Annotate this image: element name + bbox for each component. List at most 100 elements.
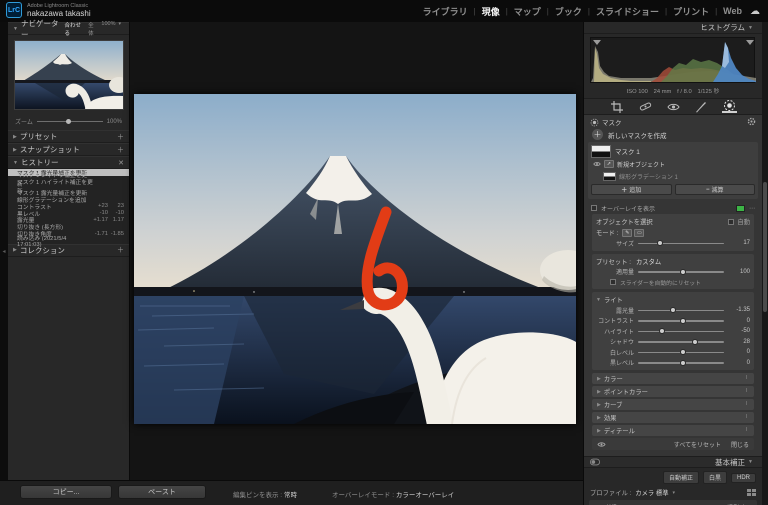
module-develop[interactable]: 現像 <box>480 5 502 18</box>
collapse-triangle-icon[interactable]: ▶ <box>13 134 17 140</box>
shadows-slider[interactable] <box>638 341 724 343</box>
light-section-header[interactable]: ▼ ライト <box>596 294 750 305</box>
color-section-header[interactable]: ▶カラー⏽ <box>592 373 754 384</box>
overlay-color-swatch[interactable] <box>736 205 745 212</box>
main-photo[interactable] <box>134 94 576 424</box>
section-switch-icon[interactable]: ⏽ <box>744 388 749 395</box>
navigator-header[interactable]: ▼ ナビゲーター 合わせる 全体 100% ▾ <box>8 22 129 35</box>
bw-button[interactable]: 白黒 <box>703 471 727 484</box>
navigator-preview[interactable] <box>14 40 124 110</box>
masking-tool-icon[interactable] <box>722 101 737 113</box>
point-color-section-header[interactable]: ▶ポイントカラー⏽ <box>592 386 754 397</box>
module-map[interactable]: マップ <box>512 5 543 18</box>
show-overlay-checkbox[interactable] <box>591 205 597 211</box>
copy-button[interactable]: コピー... <box>20 485 112 499</box>
mask-close-button[interactable]: 閉じる <box>731 440 749 449</box>
basic-panel-header[interactable]: 基本補正 ▼ <box>584 456 762 468</box>
profile-dropdown-icon[interactable]: ▾ <box>673 490 676 496</box>
effects-section-header[interactable]: ▶効果⏽ <box>592 412 754 423</box>
section-switch-icon[interactable]: ⏽ <box>744 414 749 421</box>
mask-component-gradient[interactable]: 線形グラデーション 1 <box>591 170 755 182</box>
histogram-header[interactable]: ヒストグラム ▼ <box>584 22 762 34</box>
collapse-triangle-icon[interactable]: ▼ <box>13 160 18 166</box>
zoom-fill-option[interactable]: 全体 <box>88 21 98 37</box>
preset-label: プリセット : <box>596 257 631 266</box>
hdr-button[interactable]: HDR <box>731 473 756 483</box>
healing-tool-icon[interactable] <box>638 101 653 113</box>
eye-icon[interactable] <box>593 160 601 168</box>
module-book[interactable]: ブック <box>553 5 584 18</box>
collapse-triangle-icon[interactable]: ▼ <box>748 25 753 31</box>
auto-reset-checkbox[interactable] <box>610 279 616 285</box>
module-library[interactable]: ライブラリ <box>421 5 470 18</box>
detail-section-header[interactable]: ▶ディテール⏽ <box>592 425 754 436</box>
whites-slider[interactable] <box>638 352 724 354</box>
curve-section-header[interactable]: ▶カーブ⏽ <box>592 399 754 410</box>
overlay-mode-value[interactable]: カラーオーバーレイ <box>396 492 454 499</box>
history-item[interactable]: 読み込み (2021/5/4 17:01:03) <box>8 237 129 244</box>
module-slideshow[interactable]: スライドショー <box>594 5 661 18</box>
tool-strip <box>584 98 762 115</box>
preset-value[interactable]: カスタム <box>636 257 661 266</box>
add-snapshot-icon[interactable]: ＋ <box>117 145 124 155</box>
collapse-triangle-icon[interactable]: ▼ <box>596 297 601 303</box>
mask-footer: すべてをリセット 閉じる <box>592 438 754 450</box>
collapse-triangle-icon[interactable]: ▶ <box>13 147 17 153</box>
paste-button[interactable]: ペースト <box>118 485 206 499</box>
show-edit-pins-control[interactable]: 編集ピンを表示 : 常時 <box>233 489 297 499</box>
histogram[interactable] <box>590 37 755 83</box>
auto-label: 自動 <box>737 217 750 226</box>
overlay-mode-control[interactable]: オーバーレイモード : カラーオーバーレイ <box>332 489 454 499</box>
separator: | <box>506 7 508 16</box>
brush-tool-icon[interactable] <box>694 101 709 113</box>
rectangle-mode-icon[interactable]: ▭ <box>634 229 644 237</box>
section-switch-icon[interactable]: ⏽ <box>744 427 749 434</box>
profile-value[interactable]: カメラ 標準 <box>635 488 668 497</box>
contrast-slider[interactable] <box>638 320 724 322</box>
collapse-triangle-icon[interactable]: ▼ <box>13 26 18 32</box>
collapse-triangle-icon[interactable]: ▶ <box>13 247 17 253</box>
eye-icon[interactable] <box>597 441 606 448</box>
basic-panel-title: 基本補正 <box>715 457 745 468</box>
module-web[interactable]: Web <box>721 6 744 16</box>
panel-switch-icon[interactable] <box>590 458 600 466</box>
module-print[interactable]: プリント <box>671 5 711 18</box>
auto-checkbox[interactable] <box>728 219 734 225</box>
brush-mode-icon[interactable]: ✎ <box>622 229 632 237</box>
zoom-level-option[interactable]: 100% <box>101 21 115 37</box>
highlights-slider[interactable] <box>638 331 724 333</box>
exposure-slider[interactable] <box>638 310 724 312</box>
lightroom-logo-icon: LrC <box>6 2 22 18</box>
mask-subtract-button[interactable]: −減算 <box>675 184 756 195</box>
section-switch-icon[interactable]: ⏽ <box>744 375 749 382</box>
mask-add-button[interactable]: ＋追加 <box>591 184 672 195</box>
gear-icon[interactable] <box>747 117 756 128</box>
mask1-card[interactable]: マスク 1 ➚ 新規オブジェクト 線形グラデーション 1 ＋追加 −減算 <box>588 142 758 199</box>
show-edit-pins-value[interactable]: 常時 <box>284 492 297 499</box>
blacks-slider[interactable] <box>638 362 724 364</box>
add-collection-icon[interactable]: ＋ <box>117 245 124 255</box>
mask-component-object[interactable]: ➚ 新規オブジェクト <box>591 158 755 170</box>
scrollbar-thumb[interactable] <box>763 182 767 312</box>
zoom-dropdown-icon[interactable]: ▾ <box>118 21 121 37</box>
clear-history-icon[interactable]: ✕ <box>118 159 124 167</box>
snapshots-header[interactable]: ▶ スナップショット ＋ <box>8 143 129 156</box>
zoom-slider[interactable] <box>37 121 103 122</box>
left-panel-collapse-strip[interactable]: ◂ <box>0 22 8 480</box>
overlay-options-icon[interactable]: ⋯ <box>749 205 755 212</box>
auto-tone-button[interactable]: 自動補正 <box>663 471 699 484</box>
crop-tool-icon[interactable] <box>610 101 625 113</box>
zoom-fit-option[interactable]: 合わせる <box>64 21 85 37</box>
cloud-sync-icon[interactable]: ☁ <box>750 6 760 17</box>
profile-browser-icon[interactable] <box>747 489 756 496</box>
right-scrollbar[interactable] <box>762 22 768 505</box>
presets-header[interactable]: ▶ プリセット ＋ <box>8 130 129 143</box>
section-switch-icon[interactable]: ⏽ <box>744 401 749 408</box>
mask-reset-button[interactable]: すべてをリセット <box>674 440 721 449</box>
add-preset-icon[interactable]: ＋ <box>117 132 124 142</box>
amount-slider[interactable] <box>638 271 724 273</box>
collapse-triangle-icon[interactable]: ▼ <box>748 459 753 465</box>
size-slider[interactable] <box>638 243 724 245</box>
redeye-tool-icon[interactable] <box>666 101 681 113</box>
create-new-mask-button[interactable]: ＋ 新しいマスクを作成 <box>588 127 758 142</box>
